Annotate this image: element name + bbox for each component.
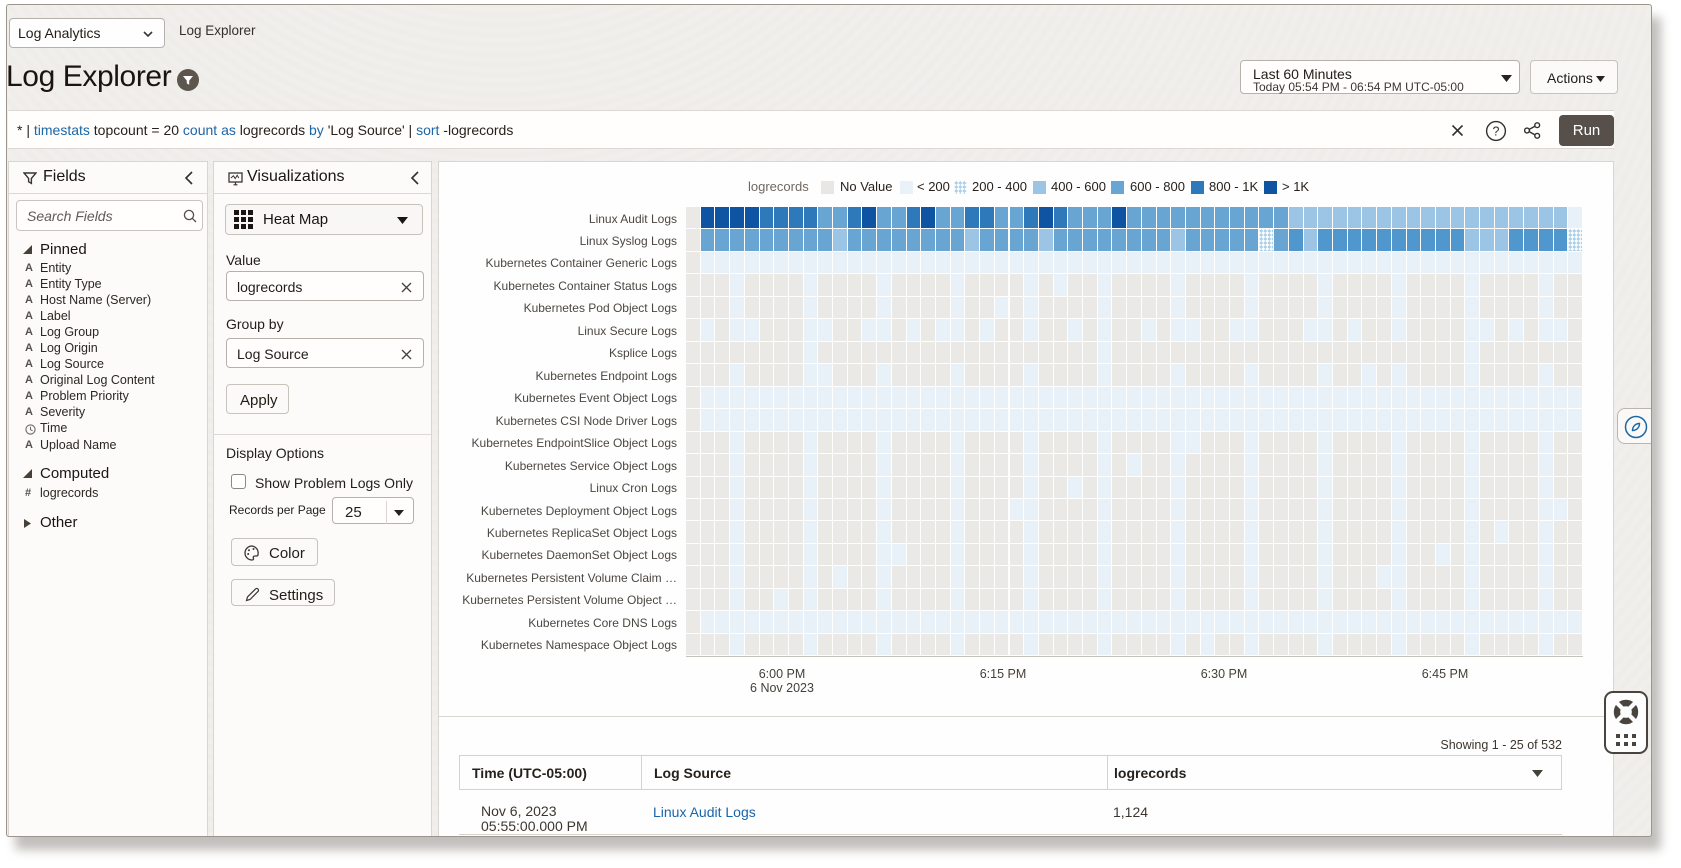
svg-text:?: ?	[1493, 124, 1500, 138]
